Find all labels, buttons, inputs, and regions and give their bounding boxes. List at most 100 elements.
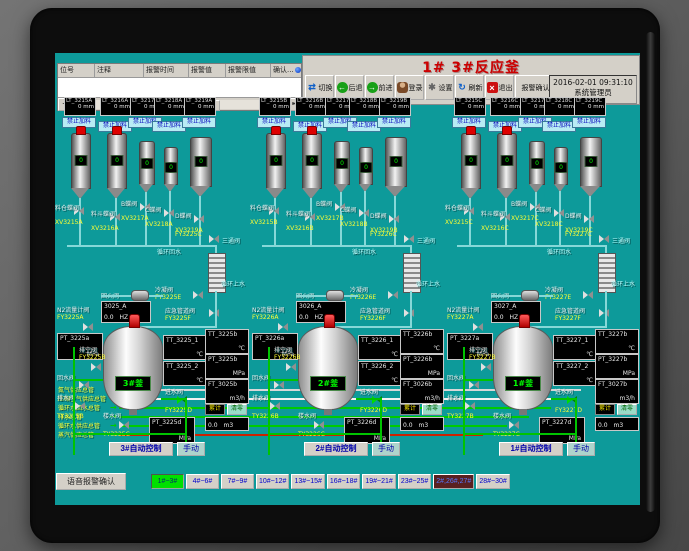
return-valve-icon[interactable] bbox=[469, 381, 479, 389]
page-button[interactable]: 10#~12# bbox=[256, 474, 289, 489]
page-button[interactable]: 23#~25# bbox=[398, 474, 431, 489]
page-button[interactable]: 28#~30# bbox=[476, 474, 509, 489]
reactor-group: LT_3215A0 mm LT_3216A0 mm LT_3217A0 mm L… bbox=[57, 95, 249, 457]
voice-alarm-ack-button[interactable]: 语音报警确认 bbox=[56, 473, 126, 490]
drain-valve-icon[interactable] bbox=[270, 402, 280, 410]
display-tag: TT_3226_1 bbox=[359, 336, 401, 345]
auto-control-button[interactable]: 1#自动控制 bbox=[499, 442, 563, 456]
page-button[interactable]: 7#~9# bbox=[221, 474, 254, 489]
pipe bbox=[410, 291, 412, 327]
clear-button[interactable]: 清零 bbox=[422, 404, 442, 415]
butterfly-valve-icon[interactable] bbox=[194, 215, 204, 223]
manual-button[interactable]: 手动 bbox=[372, 442, 400, 456]
agitator-speed-display: 3026_A 0.0HZ bbox=[296, 301, 346, 323]
vent-valve-icon[interactable] bbox=[91, 363, 101, 371]
emergency-valve-icon[interactable] bbox=[209, 309, 219, 317]
valve-label: 冷凝阀 bbox=[350, 285, 368, 294]
valve-tag: FY3225C bbox=[175, 231, 202, 238]
clear-button[interactable]: 清零 bbox=[227, 404, 247, 415]
return-valve-icon[interactable] bbox=[274, 381, 284, 389]
n2-valve-icon[interactable] bbox=[83, 323, 93, 331]
return-valve-icon[interactable] bbox=[79, 381, 89, 389]
manual-button[interactable]: 手动 bbox=[177, 442, 205, 456]
forbid-feed-button[interactable]: 禁止加料 bbox=[377, 117, 411, 128]
vent-valve-icon[interactable] bbox=[481, 363, 491, 371]
forbid-feed-button[interactable]: 禁止加料 bbox=[152, 121, 186, 132]
total-button[interactable]: 累计 bbox=[400, 404, 420, 415]
butterfly-valve-icon[interactable] bbox=[359, 209, 369, 217]
three-way-valve-icon[interactable] bbox=[209, 235, 219, 243]
forbid-feed-button[interactable]: 禁止加料 bbox=[572, 117, 606, 128]
forbid-feed-button[interactable]: 禁止加料 bbox=[542, 121, 576, 132]
alarm-column-header[interactable]: 报警时间 bbox=[144, 64, 189, 77]
butterfly-valve-icon[interactable] bbox=[554, 209, 564, 217]
emergency-valve-icon[interactable] bbox=[599, 309, 609, 317]
forbid-feed-button[interactable]: 禁止加料 bbox=[182, 117, 216, 128]
temperature-display: TT_3227_1 ℃ bbox=[553, 335, 597, 360]
display-tag: PT_3225a bbox=[58, 334, 102, 343]
flow-display: FT_3027b m3/h bbox=[595, 379, 639, 404]
valve-tag: FY3226C bbox=[370, 231, 397, 238]
page-button[interactable]: 1#~3# bbox=[151, 474, 184, 489]
spray-valve-icon[interactable] bbox=[119, 421, 129, 429]
display-value: 0.0m3 bbox=[208, 422, 233, 429]
silo-level-display: LT_3218A0 mm bbox=[154, 97, 186, 116]
spray-valve-icon[interactable] bbox=[509, 421, 519, 429]
total-button[interactable]: 累计 bbox=[595, 404, 615, 415]
three-way-valve-icon[interactable] bbox=[404, 235, 414, 243]
n2-valve-icon[interactable] bbox=[278, 323, 288, 331]
butterfly-valve-icon[interactable] bbox=[584, 215, 594, 223]
clear-button[interactable]: 清零 bbox=[617, 404, 637, 415]
display-value: 0.0HZ bbox=[104, 314, 128, 321]
condenser-valve-icon[interactable] bbox=[193, 291, 203, 299]
alarm-column-header[interactable]: 确认... bbox=[271, 64, 304, 77]
alarm-column-header[interactable]: 报警限值 bbox=[226, 64, 271, 77]
total-button[interactable]: 累计 bbox=[205, 404, 225, 415]
temperature-display: TT_3225_2 ℃ bbox=[163, 361, 207, 386]
page-button[interactable]: 2#,26#,27# bbox=[433, 474, 474, 489]
display-tag: PT_3227a bbox=[448, 334, 492, 343]
toolbar-icon bbox=[367, 82, 378, 93]
valve-tag: FY3227B bbox=[469, 354, 496, 361]
alarm-column-header[interactable]: 报警值 bbox=[189, 64, 226, 77]
page-button[interactable]: 13#~15# bbox=[291, 474, 324, 489]
alarm-column-header[interactable]: 位号 bbox=[58, 64, 95, 77]
butterfly-valve-icon[interactable] bbox=[389, 215, 399, 223]
valve-label: 应急管道阀 bbox=[165, 306, 195, 315]
n2-valve-icon[interactable] bbox=[473, 323, 483, 331]
reactor-vessel bbox=[298, 326, 358, 410]
silo-level-value: 0 mm bbox=[296, 104, 326, 110]
pipe bbox=[67, 245, 217, 247]
vent-valve-icon[interactable] bbox=[286, 363, 296, 371]
valve-label: 楼水阀 bbox=[298, 411, 316, 420]
spray-valve-icon[interactable] bbox=[314, 421, 324, 429]
alarm-table-body[interactable] bbox=[58, 78, 301, 96]
valve-label: 楼水阀 bbox=[493, 411, 511, 420]
datetime-text: 2016-02-01 09:31:10 bbox=[550, 78, 636, 88]
alarm-column-header[interactable]: 注释 bbox=[95, 64, 144, 77]
silo-tank: 0 bbox=[580, 137, 602, 187]
display-unit: ℃ bbox=[433, 345, 440, 352]
drain-valve-icon[interactable] bbox=[465, 402, 475, 410]
condenser-valve-icon[interactable] bbox=[583, 291, 593, 299]
alarm-beacon bbox=[519, 314, 530, 328]
pipe bbox=[268, 347, 270, 455]
display-value: 0.0m3 bbox=[598, 422, 623, 429]
forbid-feed-button[interactable]: 禁止加料 bbox=[347, 121, 381, 132]
page-button[interactable]: 16#~18# bbox=[327, 474, 360, 489]
auto-control-button[interactable]: 3#自动控制 bbox=[109, 442, 173, 456]
valve-label: 排空阀 bbox=[469, 345, 487, 354]
pipe bbox=[268, 433, 382, 435]
manual-button[interactable]: 手动 bbox=[567, 442, 595, 456]
temperature-display: TT_3226_2 ℃ bbox=[358, 361, 402, 386]
drain-valve-icon[interactable] bbox=[75, 402, 85, 410]
display-unit: MPa bbox=[623, 370, 635, 377]
emergency-valve-icon[interactable] bbox=[404, 309, 414, 317]
three-way-valve-icon[interactable] bbox=[599, 235, 609, 243]
pipe bbox=[262, 245, 412, 247]
butterfly-valve-icon[interactable] bbox=[164, 209, 174, 217]
condenser-valve-icon[interactable] bbox=[388, 291, 398, 299]
page-button[interactable]: 19#~21# bbox=[362, 474, 395, 489]
page-button[interactable]: 4#~6# bbox=[186, 474, 219, 489]
auto-control-button[interactable]: 2#自动控制 bbox=[304, 442, 368, 456]
